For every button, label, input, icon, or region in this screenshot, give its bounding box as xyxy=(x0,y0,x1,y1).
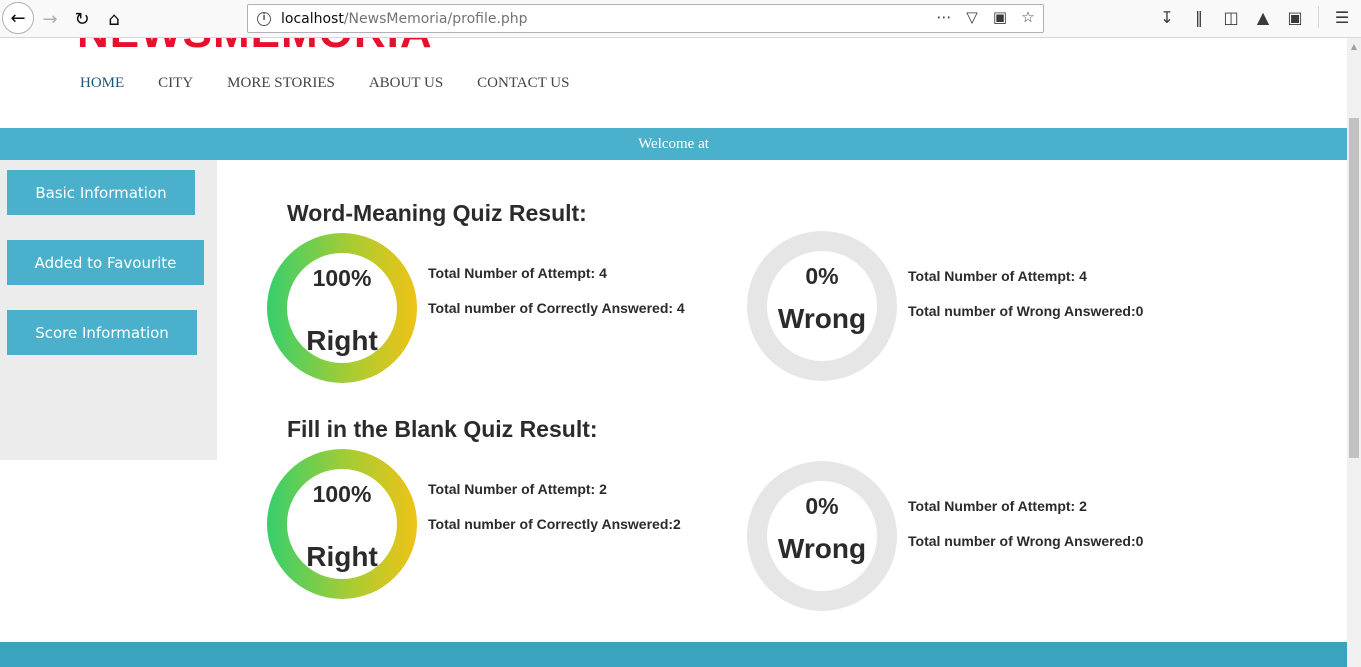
score-information-button[interactable]: Score Information xyxy=(7,310,197,355)
scroll-up-icon[interactable]: ▲ xyxy=(1347,42,1361,51)
url-host: localhost xyxy=(281,10,344,27)
toolbar-divider xyxy=(1318,6,1319,28)
fill-blank-right-ring: 100% Right xyxy=(267,449,417,599)
more-actions-icon[interactable]: ⋯ xyxy=(935,8,953,26)
fill-blank-attempts: Total Number of Attempt: 2 xyxy=(428,481,607,497)
fill-blank-wrong-attempts: Total Number of Attempt: 2 xyxy=(908,498,1087,514)
wrong-percentage: 0% xyxy=(805,263,839,289)
browser-toolbar: ← → ↻ ⌂ i localhost/NewsMemoria/profile.… xyxy=(0,0,1361,38)
wrong-percentage: 0% xyxy=(805,493,839,519)
nav-more-stories[interactable]: MORE STORIES xyxy=(227,75,335,92)
nav-contact-us[interactable]: CONTACT US xyxy=(477,75,569,92)
word-meaning-title: Word-Meaning Quiz Result: xyxy=(287,200,587,226)
page-content: NEWSMEMORIA HOME CITY MORE STORIES ABOUT… xyxy=(0,38,1347,667)
url-text[interactable]: localhost/NewsMemoria/profile.php xyxy=(281,11,528,27)
profile-sidebar: Basic Information Added to Favourite Sco… xyxy=(0,160,217,460)
word-meaning-correct: Total number of Correctly Answered: 4 xyxy=(428,300,685,316)
scrollbar-thumb[interactable] xyxy=(1349,118,1359,458)
home-icon[interactable]: ⌂ xyxy=(98,3,130,35)
hamburger-menu-icon[interactable]: ☰ xyxy=(1333,8,1351,28)
added-to-favourite-button[interactable]: Added to Favourite xyxy=(7,240,204,285)
fill-blank-wrong-answered: Total number of Wrong Answered:0 xyxy=(908,533,1144,549)
extension-icon[interactable]: ▲ xyxy=(1254,8,1272,28)
nav-about-us[interactable]: ABOUT US xyxy=(369,75,443,92)
library-icon[interactable]: ‖ xyxy=(1190,8,1208,28)
basic-information-button[interactable]: Basic Information xyxy=(7,170,195,215)
word-meaning-attempts: Total Number of Attempt: 4 xyxy=(428,265,607,281)
url-path: /NewsMemoria/profile.php xyxy=(343,10,528,27)
right-label: Right xyxy=(306,325,378,356)
wrong-label: Wrong xyxy=(777,533,867,564)
bookmark-star-icon[interactable]: ☆ xyxy=(1019,8,1037,26)
right-percentage: 100% xyxy=(312,481,372,507)
downloads-icon[interactable]: ↧ xyxy=(1158,8,1176,28)
main-nav: HOME CITY MORE STORIES ABOUT US CONTACT … xyxy=(80,75,569,92)
fill-blank-wrong-ring: 0% Wrong xyxy=(747,461,897,611)
word-meaning-wrong-ring: 0% Wrong xyxy=(747,231,897,381)
screenshot-icon[interactable]: ▣ xyxy=(1286,8,1304,28)
back-arrow-icon[interactable]: ← xyxy=(2,2,34,34)
pocket-icon[interactable]: ▽ xyxy=(963,8,981,26)
word-meaning-right-ring: 100% Right xyxy=(267,233,417,383)
sidebar-icon[interactable]: ◫ xyxy=(1222,8,1240,28)
word-meaning-wrong-answered: Total number of Wrong Answered:0 xyxy=(908,303,1144,319)
address-bar[interactable]: i localhost/NewsMemoria/profile.php ⋯ ▽ … xyxy=(247,4,1044,33)
reload-icon[interactable]: ↻ xyxy=(66,3,98,35)
nav-city[interactable]: CITY xyxy=(158,75,193,92)
reader-view-icon[interactable]: ▣ xyxy=(991,8,1009,26)
info-icon[interactable]: i xyxy=(257,11,271,26)
right-label: Right xyxy=(306,541,378,572)
forward-arrow-icon[interactable]: → xyxy=(34,3,66,35)
right-percentage: 100% xyxy=(312,265,372,291)
nav-home[interactable]: HOME xyxy=(80,75,124,92)
welcome-banner: Welcome at xyxy=(0,128,1347,160)
page-scrollbar[interactable]: ▲ xyxy=(1347,38,1361,667)
fill-blank-correct: Total number of Correctly Answered:2 xyxy=(428,516,681,532)
site-logo[interactable]: NEWSMEMORIA xyxy=(77,38,433,58)
word-meaning-wrong-attempts: Total Number of Attempt: 4 xyxy=(908,268,1087,284)
page-footer xyxy=(0,642,1347,667)
wrong-label: Wrong xyxy=(777,303,867,334)
fill-blank-title: Fill in the Blank Quiz Result: xyxy=(287,416,598,442)
